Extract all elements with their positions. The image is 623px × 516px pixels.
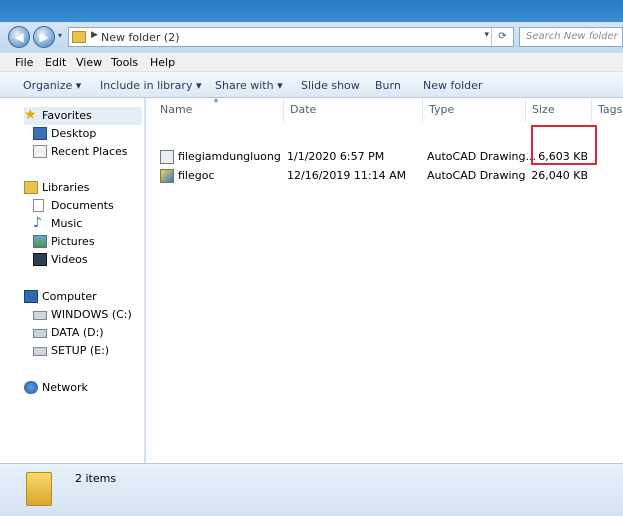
slide-show-button[interactable]: Slide show — [301, 79, 360, 92]
file-date: 12/16/2019 11:14 AM — [287, 169, 407, 182]
file-date: 1/1/2020 6:57 PM — [287, 150, 385, 163]
recent-pages-chevron-icon[interactable]: ▾ — [58, 31, 62, 40]
column-tags[interactable]: Tags — [592, 98, 623, 122]
menu-tools[interactable]: Tools — [111, 56, 138, 69]
burn-button[interactable]: Burn — [375, 79, 401, 92]
menu-file[interactable]: File — [15, 56, 33, 69]
column-type[interactable]: Type — [423, 98, 526, 122]
file-size: 26,040 KB — [531, 169, 588, 182]
breadcrumb-current-folder[interactable]: New folder (2) — [101, 31, 180, 44]
music-icon: ♪ — [33, 215, 42, 231]
drive-icon — [33, 311, 47, 320]
include-in-library-button[interactable]: Include in library ▾ — [100, 79, 201, 92]
drive-icon — [33, 329, 47, 338]
column-date[interactable]: Date — [284, 98, 423, 122]
address-box[interactable]: ▶ New folder (2) ▾ ⟳ — [68, 27, 514, 47]
address-dropdown-icon[interactable]: ▾ — [484, 30, 489, 40]
file-type: AutoCAD Drawing — [427, 169, 526, 182]
item-count: 2 items — [75, 472, 117, 485]
breadcrumb-arrow-icon[interactable]: ▶ — [91, 30, 98, 40]
column-size[interactable]: Size — [526, 98, 592, 122]
libraries-icon — [24, 181, 38, 194]
nav-favorites[interactable]: ★ Favorites — [24, 107, 142, 125]
dwg-file-icon — [160, 169, 174, 183]
command-bar: Organize ▾ Include in library ▾ Share wi… — [0, 72, 623, 98]
network-icon — [24, 381, 38, 394]
organize-button[interactable]: Organize ▾ — [23, 79, 81, 92]
menu-view[interactable]: View — [76, 56, 102, 69]
computer-icon — [24, 290, 38, 303]
star-icon: ★ — [24, 107, 37, 123]
pictures-icon — [33, 235, 47, 248]
sort-ascending-icon: ▴ — [214, 95, 219, 104]
forward-button[interactable]: ▶ — [33, 26, 55, 48]
address-bar-area: ◀ ▶ ▾ ▶ New folder (2) ▾ ⟳ Search New fo… — [0, 22, 623, 52]
share-with-button[interactable]: Share with ▾ — [215, 79, 283, 92]
dwg-file-icon — [160, 150, 174, 164]
folder-icon — [72, 31, 86, 43]
search-input[interactable]: Search New folder (2) — [519, 27, 623, 47]
menu-bar: File Edit View Tools Help — [0, 53, 623, 72]
highlight-box — [531, 125, 597, 165]
menu-help[interactable]: Help — [150, 56, 175, 69]
documents-icon — [33, 199, 44, 212]
navigation-pane: ★ Favorites Desktop Recent Places Librar… — [0, 98, 145, 463]
back-button[interactable]: ◀ — [8, 26, 30, 48]
drive-icon — [33, 347, 47, 356]
new-folder-button[interactable]: New folder — [423, 79, 482, 92]
recent-places-icon — [33, 145, 47, 158]
videos-icon — [33, 253, 47, 266]
file-name: filegiamdungluong — [178, 150, 281, 163]
folder-icon — [26, 472, 52, 506]
file-type: AutoCAD Drawing... — [427, 150, 536, 163]
details-pane: 2 items — [0, 463, 623, 516]
refresh-button[interactable]: ⟳ — [491, 28, 513, 46]
menu-edit[interactable]: Edit — [45, 56, 66, 69]
desktop-background — [0, 0, 623, 22]
desktop-icon — [33, 127, 47, 140]
file-name: filegoc — [178, 169, 215, 182]
file-row[interactable]: filegoc 12/16/2019 11:14 AM AutoCAD Draw… — [160, 166, 620, 185]
explorer-window: ◀ ▶ ▾ ▶ New folder (2) ▾ ⟳ Search New fo… — [0, 22, 623, 516]
column-name[interactable]: Name — [154, 98, 284, 122]
